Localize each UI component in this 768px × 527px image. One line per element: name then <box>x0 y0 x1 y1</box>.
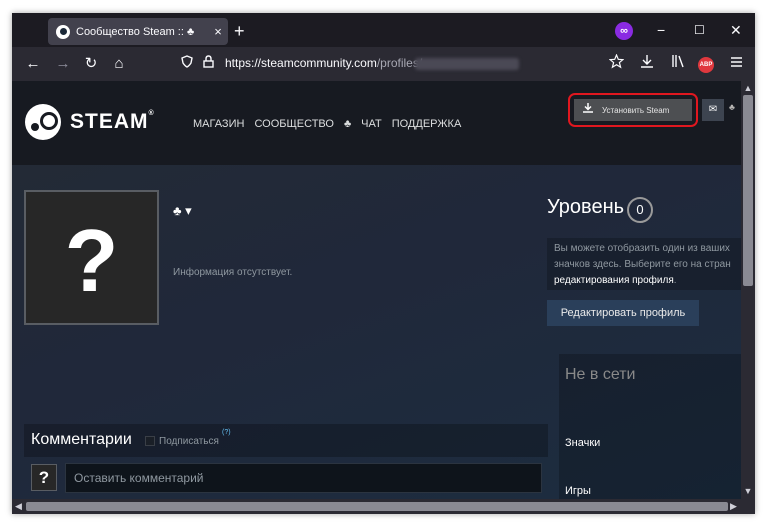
steam-logo-icon <box>25 104 61 140</box>
browser-window: Сообщество Steam :: ♣ × + ∞ − ☐ ✕ ← → ↻ … <box>12 13 755 514</box>
subscribe-help-icon[interactable]: (?) <box>222 429 231 436</box>
tab-close-icon[interactable]: × <box>208 24 228 39</box>
reload-button[interactable]: ↻ <box>80 54 102 74</box>
private-mask-icon[interactable]: ∞ <box>615 22 633 40</box>
badges-link[interactable]: Значки <box>565 437 600 449</box>
steam-trademark: ® <box>148 110 155 117</box>
steam-wordmark: STEAM <box>70 110 149 133</box>
steam-logo[interactable]: STEAM® <box>25 104 155 140</box>
home-button[interactable]: ⌂ <box>108 54 130 74</box>
nav-support[interactable]: ПОДДЕРЖКА <box>392 118 462 130</box>
scroll-up-icon[interactable]: ▲ <box>741 83 755 93</box>
library-icon[interactable] <box>667 54 689 74</box>
comment-avatar: ? <box>31 464 57 491</box>
badge-hint-line2: значков здесь. Выберите его на стран <box>554 259 731 270</box>
steam-favicon-icon <box>56 24 70 39</box>
install-steam-label: Установить Steam <box>602 105 670 115</box>
page-content: STEAM® МАГАЗИН СООБЩЕСТВО ♣ ЧАТ ПОДДЕРЖК… <box>12 81 741 499</box>
games-link[interactable]: Игры <box>565 485 591 497</box>
new-tab-button[interactable]: + <box>234 21 245 41</box>
maximize-button[interactable]: ☐ <box>694 21 705 39</box>
back-button[interactable]: ← <box>22 54 44 74</box>
nav-profile-club[interactable]: ♣ <box>344 118 351 130</box>
steam-download-icon <box>582 103 594 117</box>
level-label: Уровень <box>547 196 625 218</box>
vertical-scrollbar[interactable]: ▲ ▼ <box>741 81 755 499</box>
tab-steam-community[interactable]: Сообщество Steam :: ♣ × <box>48 18 228 45</box>
tab-title: Сообщество Steam :: ♣ <box>76 25 195 38</box>
scroll-right-icon[interactable]: ▶ <box>730 499 737 514</box>
profile-summary: Информация отсутствует. <box>173 267 293 278</box>
bookmark-star-icon[interactable] <box>605 53 627 75</box>
edit-profile-link[interactable]: редактирования профиля <box>554 275 674 286</box>
nav-bar: ← → ↻ ⌂ https://steamcommunity.com/profi… <box>12 47 755 81</box>
vertical-scroll-thumb[interactable] <box>743 95 753 286</box>
subscribe-checkbox[interactable] <box>145 436 155 446</box>
address-bar[interactable]: https://steamcommunity.com/profiles/ <box>177 52 587 76</box>
comments-title: Комментарии <box>31 431 132 448</box>
forward-button[interactable]: → <box>52 54 74 74</box>
scroll-down-icon[interactable]: ▼ <box>741 486 755 496</box>
install-steam-button[interactable]: Установить Steam <box>574 99 692 121</box>
badge-hint-line3: редактирования профиля. <box>554 273 741 289</box>
online-status: Не в сети <box>565 366 636 383</box>
url-host: https://steamcommunity.com <box>225 56 377 70</box>
badge-hint-line1: Вы можете отобразить один из ваших <box>554 243 730 254</box>
nav-community[interactable]: СООБЩЕСТВО <box>254 118 334 130</box>
lock-icon[interactable] <box>203 55 214 71</box>
tracking-shield-icon[interactable] <box>181 55 193 71</box>
blurred-profile-id <box>415 58 519 70</box>
menu-icon[interactable] <box>725 54 747 74</box>
horizontal-scrollbar[interactable]: ◀ ▶ <box>12 499 741 514</box>
profile-avatar: ? <box>24 190 159 325</box>
scroll-left-icon[interactable]: ◀ <box>15 499 22 514</box>
subscribe-label[interactable]: Подписаться <box>159 436 219 447</box>
persona-name-dropdown[interactable]: ♣ ▾ <box>173 203 192 219</box>
avatar-placeholder: ? <box>64 211 119 310</box>
steam-logo-text: STEAM® <box>70 110 155 134</box>
edit-profile-button[interactable]: Редактировать профиль <box>547 300 699 326</box>
url-text: https://steamcommunity.com/profiles/ <box>225 56 422 70</box>
minimize-button[interactable]: − <box>657 21 665 39</box>
main-nav: МАГАЗИН СООБЩЕСТВО ♣ ЧАТ ПОДДЕРЖКА <box>193 118 461 130</box>
badge-hint: Вы можете отобразить один из ваших значк… <box>547 238 741 290</box>
nav-chat[interactable]: ЧАТ <box>361 118 382 130</box>
nav-store[interactable]: МАГАЗИН <box>193 118 244 130</box>
level-badge: 0 <box>627 197 653 223</box>
steam-header: STEAM® МАГАЗИН СООБЩЕСТВО ♣ ЧАТ ПОДДЕРЖК… <box>12 81 741 165</box>
scrollbar-corner <box>741 499 755 514</box>
adblock-icon[interactable]: ABP <box>698 57 714 73</box>
notifications-mail-icon[interactable]: ✉ <box>702 99 724 121</box>
horizontal-scroll-thumb[interactable] <box>26 502 728 511</box>
tab-bar: Сообщество Steam :: ♣ × + ∞ − ☐ ✕ <box>12 13 755 47</box>
badge-hint-period: . <box>673 275 677 286</box>
download-icon[interactable] <box>636 54 658 75</box>
comment-input[interactable]: Оставить комментарий <box>65 463 542 493</box>
account-menu-icon[interactable]: ♣ <box>729 102 735 112</box>
close-window-button[interactable]: ✕ <box>730 21 742 39</box>
